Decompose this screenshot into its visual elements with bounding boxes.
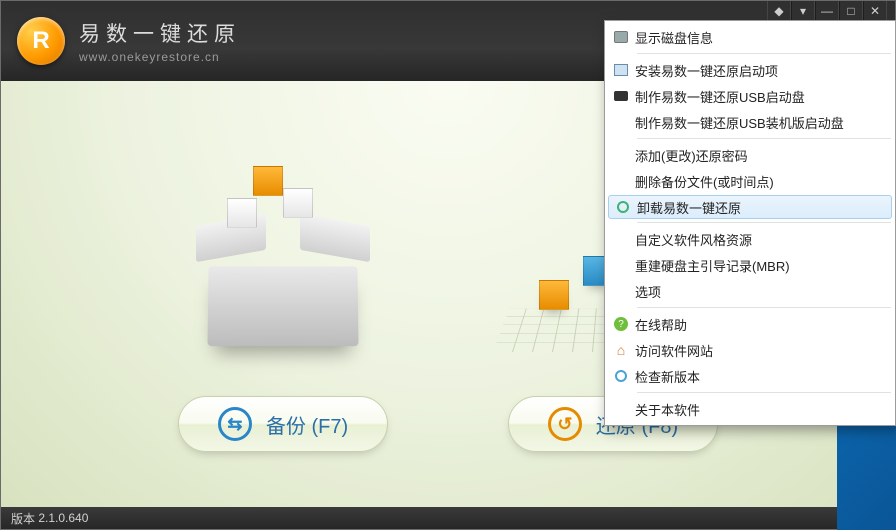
restore-arrows-icon: ↺ — [548, 407, 582, 441]
disk-icon — [614, 31, 628, 43]
menu-item[interactable]: 制作易数一键还原USB装机版启动盘 — [607, 109, 893, 135]
menu-item[interactable]: 选项 — [607, 278, 893, 304]
maximize-icon: □ — [847, 4, 854, 18]
menu-item-label: 检查新版本 — [635, 367, 883, 386]
logo: R 易数一键还原 www.onekeyrestore.cn — [17, 17, 241, 65]
cube-icon — [283, 188, 313, 218]
skin-icon: ◆ — [774, 4, 783, 18]
minimize-icon: — — [821, 4, 833, 18]
home-icon: ⌂ — [617, 342, 625, 358]
menu-item-icon — [607, 24, 635, 50]
menu-item-label: 删除备份文件(或时间点) — [635, 172, 883, 191]
close-button[interactable]: ✕ — [863, 1, 887, 21]
menu-item-label: 安装易数一键还原启动项 — [635, 61, 883, 80]
menu-separator — [637, 222, 891, 223]
menu-separator — [637, 307, 891, 308]
menu-item-label: 显示磁盘信息 — [635, 28, 883, 47]
cube-icon — [227, 198, 257, 228]
menu-item-icon: ? — [607, 311, 635, 337]
menu-item[interactable]: 卸载易数一键还原 — [608, 195, 892, 219]
backup-button[interactable]: ⇆ 备份 (F7) — [178, 396, 388, 452]
menu-item-label: 访问软件网站 — [635, 341, 883, 360]
window-controls: ◆ ▾ — □ ✕ — [767, 1, 887, 21]
logo-text: 易数一键还原 www.onekeyrestore.cn — [79, 18, 241, 64]
menu-item-icon — [607, 363, 635, 389]
menu-item[interactable]: ? 在线帮助 — [607, 311, 893, 337]
menu-item-icon — [607, 83, 635, 109]
cube-icon — [539, 280, 569, 310]
menu-item-icon — [607, 226, 635, 252]
menu-item-icon — [607, 168, 635, 194]
menu-item-icon — [607, 109, 635, 135]
check-update-icon — [615, 370, 627, 382]
monitor-icon — [614, 64, 628, 76]
menu-item-icon — [607, 252, 635, 278]
menu-item-label: 关于本软件 — [635, 400, 883, 419]
menu-item[interactable]: 自定义软件风格资源 — [607, 226, 893, 252]
menu-item[interactable]: 删除备份文件(或时间点) — [607, 168, 893, 194]
menu-item-label: 添加(更改)还原密码 — [635, 146, 883, 165]
menu-item-label: 重建硬盘主引导记录(MBR) — [635, 256, 883, 275]
menu-separator — [637, 392, 891, 393]
backup-illustration — [153, 136, 413, 366]
menu-button[interactable]: ▾ — [791, 1, 815, 21]
menu-icon: ▾ — [800, 4, 806, 18]
app-title: 易数一键还原 — [79, 18, 241, 48]
menu-item-label: 在线帮助 — [635, 315, 883, 334]
menu-item[interactable]: 重建硬盘主引导记录(MBR) — [607, 252, 893, 278]
version-label: 版本 — [11, 510, 35, 527]
backup-pane: ⇆ 备份 (F7) — [153, 136, 413, 452]
maximize-button[interactable]: □ — [839, 1, 863, 21]
backup-arrows-icon: ⇆ — [218, 407, 252, 441]
menu-item[interactable]: 安装易数一键还原启动项 — [607, 57, 893, 83]
logo-icon: R — [17, 17, 65, 65]
menu-item-label: 卸载易数一键还原 — [637, 198, 881, 217]
usb-icon — [614, 91, 628, 101]
status-bar: 版本 2.1.0.640 — [1, 507, 895, 529]
menu-item[interactable]: ⌂ 访问软件网站 — [607, 337, 893, 363]
menu-separator — [637, 138, 891, 139]
menu-separator — [637, 53, 891, 54]
menu-item[interactable]: 关于本软件 — [607, 396, 893, 422]
menu-item[interactable]: 添加(更改)还原密码 — [607, 142, 893, 168]
menu-item-icon — [609, 194, 637, 220]
menu-item-icon — [607, 278, 635, 304]
menu-item-label: 自定义软件风格资源 — [635, 230, 883, 249]
menu-item-label: 选项 — [635, 282, 883, 301]
open-box-icon — [198, 236, 368, 346]
recycle-icon — [617, 201, 629, 213]
menu-item[interactable]: 显示磁盘信息 — [607, 24, 893, 50]
menu-item-icon — [607, 57, 635, 83]
cube-icon — [253, 166, 283, 196]
menu-item-icon: ⌂ — [607, 337, 635, 363]
version-value: 2.1.0.640 — [38, 511, 88, 525]
close-icon: ✕ — [870, 4, 880, 18]
logo-letter: R — [32, 27, 49, 55]
menu-item-label: 制作易数一键还原USB装机版启动盘 — [635, 113, 883, 132]
app-url: www.onekeyrestore.cn — [79, 50, 241, 64]
help-icon: ? — [614, 317, 628, 331]
skin-button[interactable]: ◆ — [767, 1, 791, 21]
menu-item[interactable]: 制作易数一键还原USB启动盘 — [607, 83, 893, 109]
menu-item-label: 制作易数一键还原USB启动盘 — [635, 87, 883, 106]
backup-label: 备份 (F7) — [266, 410, 348, 439]
main-dropdown-menu[interactable]: 显示磁盘信息安装易数一键还原启动项制作易数一键还原USB启动盘制作易数一键还原U… — [604, 20, 896, 426]
menu-item-icon — [607, 142, 635, 168]
minimize-button[interactable]: — — [815, 1, 839, 21]
menu-item[interactable]: 检查新版本 — [607, 363, 893, 389]
menu-item-icon — [607, 396, 635, 422]
